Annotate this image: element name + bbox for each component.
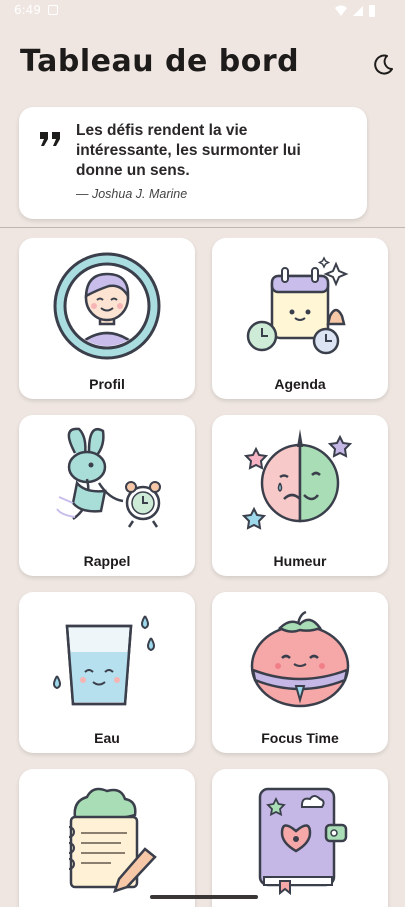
notification-icon xyxy=(48,5,58,15)
tile-label: Humeur xyxy=(273,553,327,569)
tile-journal[interactable] xyxy=(212,769,388,907)
tile-rappel[interactable]: Rappel xyxy=(19,415,195,576)
tile-agenda[interactable]: Agenda xyxy=(212,238,388,399)
calendar-clock-icon xyxy=(246,256,349,355)
divider xyxy=(0,227,405,228)
diary-book-icon xyxy=(258,787,348,896)
mood-face-icon xyxy=(241,429,353,530)
tile-label: Eau xyxy=(94,730,120,746)
profile-avatar-icon xyxy=(53,252,161,360)
quote-author: — Joshua J. Marine xyxy=(76,187,188,201)
notepad-pencil-icon xyxy=(68,787,157,893)
water-glass-icon xyxy=(53,615,155,706)
tile-label: Agenda xyxy=(274,376,326,392)
moon-icon[interactable] xyxy=(370,52,396,78)
dashboard-grid: Profil Agenda Rappel Humeur Eau Focus Ti… xyxy=(0,238,405,907)
tile-eau[interactable]: Eau xyxy=(19,592,195,753)
quote-text: Les défis rendent la vie intéressante, l… xyxy=(76,122,301,179)
tomato-timer-icon xyxy=(250,610,350,708)
status-icons xyxy=(335,5,375,17)
quote-icon xyxy=(40,132,60,146)
wifi-icon xyxy=(335,5,347,16)
tile-label: Profil xyxy=(89,376,125,392)
gesture-nav-handle[interactable] xyxy=(150,895,258,899)
tile-label: Rappel xyxy=(83,553,131,569)
tile-humeur[interactable]: Humeur xyxy=(212,415,388,576)
tile-focus-time[interactable]: Focus Time xyxy=(212,592,388,753)
battery-icon xyxy=(369,5,375,17)
tile-label: Focus Time xyxy=(261,730,339,746)
rabbit-alarm-icon xyxy=(56,427,161,528)
tile-notes[interactable] xyxy=(19,769,195,907)
status-bar: 6:49 xyxy=(0,0,405,22)
quote-card: Les défis rendent la vie intéressante, l… xyxy=(19,107,367,219)
tile-profil[interactable]: Profil xyxy=(19,238,195,399)
signal-icon xyxy=(353,6,363,16)
status-time: 6:49 xyxy=(14,3,41,17)
page-title: Tableau de bord xyxy=(20,44,300,79)
